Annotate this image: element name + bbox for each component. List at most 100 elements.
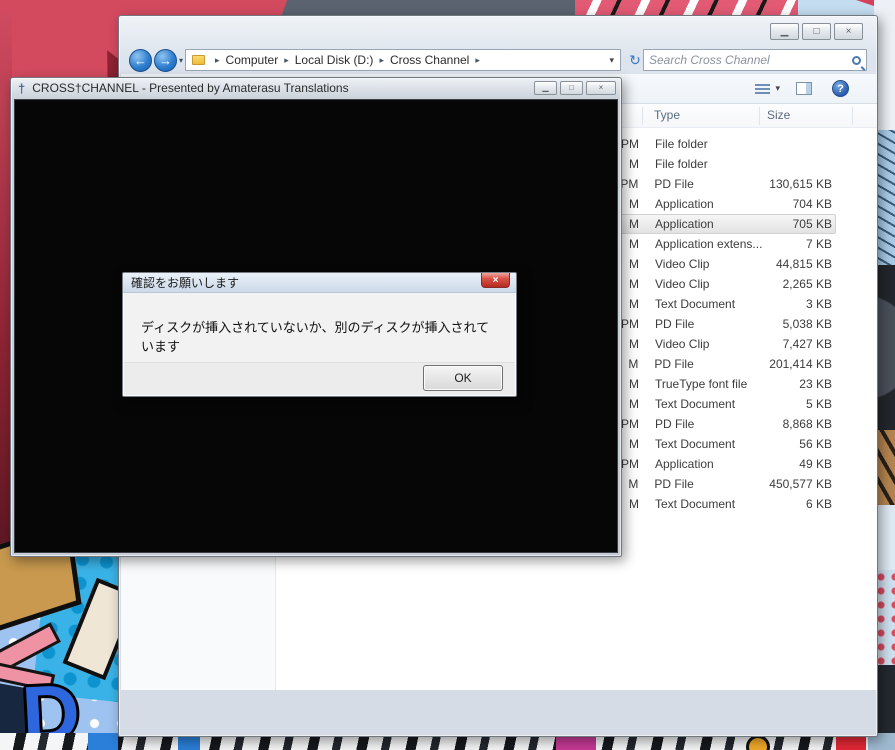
file-type-cell: Text Document <box>655 497 773 511</box>
confirmation-dialog: 確認をお願いします × ディスクが挿入されていないか、別のディスクが挿入されてい… <box>122 272 517 397</box>
column-divider[interactable] <box>759 107 760 125</box>
preview-pane-button[interactable] <box>796 82 812 95</box>
file-size-cell: 6 KB <box>773 497 835 511</box>
file-type-cell: Application extens... <box>655 237 773 251</box>
file-size-cell: 8,868 KB <box>773 417 835 431</box>
file-size-cell: 705 KB <box>773 217 835 231</box>
close-icon: × <box>599 84 604 92</box>
chevron-down-icon: ▾ <box>775 83 780 94</box>
maximize-button[interactable]: □ <box>802 23 831 40</box>
file-row[interactable]: MVideo Clip2,265 KB <box>616 274 836 294</box>
list-view-icon <box>755 84 770 94</box>
file-row[interactable]: MText Document6 KB <box>616 494 836 514</box>
search-icon <box>852 56 861 65</box>
file-type-cell: Text Document <box>655 437 773 451</box>
help-button[interactable]: ? <box>832 80 849 97</box>
crumb-separator-icon: ▸ <box>215 55 220 66</box>
ok-button[interactable]: OK <box>423 365 503 391</box>
breadcrumb-local-disk[interactable]: Local Disk (D:) <box>295 53 374 67</box>
file-type-cell: Video Clip <box>655 337 773 351</box>
file-type-cell: Video Clip <box>655 257 773 271</box>
file-size-cell: 130,615 KB <box>769 177 835 191</box>
file-list: PMFile folderMFile folderPMPD File130,61… <box>616 134 836 514</box>
minimize-button[interactable]: ▁ <box>770 23 799 40</box>
file-type-cell: PD File <box>654 477 769 491</box>
file-row[interactable]: PMPD File8,868 KB <box>616 414 836 434</box>
file-row[interactable]: MPD File450,577 KB <box>616 474 836 494</box>
forward-button[interactable]: → <box>154 49 177 72</box>
file-row[interactable]: MPD File201,414 KB <box>616 354 836 374</box>
back-button[interactable]: ← <box>129 49 152 72</box>
file-row[interactable]: PMPD File130,615 KB <box>616 174 836 194</box>
file-row[interactable]: MTrueType font file23 KB <box>616 374 836 394</box>
change-view-button[interactable]: ▾ <box>755 83 780 94</box>
game-title-bar[interactable]: † CROSS†CHANNEL - Presented by Amaterasu… <box>11 78 621 98</box>
file-size-cell: 201,414 KB <box>769 357 835 371</box>
forward-icon: → <box>159 53 172 68</box>
file-size-cell: 56 KB <box>773 437 835 451</box>
file-size-cell: 450,577 KB <box>769 477 835 491</box>
folder-icon <box>192 55 205 65</box>
breadcrumb-cross-channel[interactable]: Cross Channel <box>390 53 469 67</box>
column-header-type[interactable]: Type <box>654 108 680 122</box>
file-size-cell: 7 KB <box>773 237 835 251</box>
dialog-title-bar[interactable]: 確認をお願いします <box>123 273 516 293</box>
wallpaper-color-block <box>88 733 118 750</box>
maximize-button[interactable]: □ <box>560 81 583 95</box>
address-dropdown-icon[interactable]: ▾ <box>609 55 614 66</box>
file-type-cell: TrueType font file <box>655 377 773 391</box>
cross-icon: † <box>18 81 25 96</box>
file-size-cell: 5,038 KB <box>773 317 835 331</box>
file-row[interactable]: MText Document56 KB <box>616 434 836 454</box>
file-size-cell: 44,815 KB <box>773 257 835 271</box>
close-button[interactable]: × <box>586 81 616 95</box>
file-type-cell: Text Document <box>655 397 773 411</box>
file-row[interactable]: MFile folder <box>616 154 836 174</box>
file-row[interactable]: MVideo Clip7,427 KB <box>616 334 836 354</box>
game-window-title: CROSS†CHANNEL - Presented by Amaterasu T… <box>32 81 348 95</box>
column-divider[interactable] <box>852 107 853 125</box>
column-divider[interactable] <box>642 107 643 125</box>
crumb-separator-icon: ▸ <box>379 55 384 66</box>
file-type-cell: Text Document <box>655 297 773 311</box>
file-size-cell: 3 KB <box>773 297 835 311</box>
file-row[interactable]: MApplication704 KB <box>616 194 836 214</box>
close-button[interactable]: × <box>834 23 863 40</box>
file-row[interactable]: PMPD File5,038 KB <box>616 314 836 334</box>
file-type-cell: File folder <box>655 137 773 151</box>
file-size-cell: 5 KB <box>773 397 835 411</box>
minimize-icon: ▁ <box>542 84 548 92</box>
search-box <box>643 49 867 71</box>
file-type-cell: Application <box>655 197 773 211</box>
file-row[interactable]: MApplication705 KB <box>616 214 836 234</box>
file-size-cell: 49 KB <box>773 457 835 471</box>
explorer-window-controls: ▁ □ × <box>767 23 863 40</box>
crumb-separator-icon: ▸ <box>284 55 289 66</box>
file-row[interactable]: PMApplication49 KB <box>616 454 836 474</box>
file-row[interactable]: MText Document5 KB <box>616 394 836 414</box>
file-type-cell: Application <box>655 457 773 471</box>
file-row[interactable]: MApplication extens...7 KB <box>616 234 836 254</box>
minimize-button[interactable]: ▁ <box>534 81 557 95</box>
file-type-cell: PD File <box>654 357 769 371</box>
file-type-cell: Video Clip <box>655 277 773 291</box>
recent-pages-dropdown[interactable]: ▾ <box>179 56 183 65</box>
search-input[interactable] <box>649 53 848 67</box>
dialog-close-button[interactable]: × <box>481 273 510 288</box>
address-bar[interactable]: ▸ Computer ▸ Local Disk (D:) ▸ Cross Cha… <box>185 49 621 71</box>
navigation-bar: ← → ▾ ▸ Computer ▸ Local Disk (D:) ▸ Cro… <box>119 46 877 74</box>
refresh-button[interactable]: ↻ <box>625 50 645 70</box>
file-size-cell: 704 KB <box>773 197 835 211</box>
file-row[interactable]: MText Document3 KB <box>616 294 836 314</box>
back-icon: ← <box>134 53 147 68</box>
column-header-size[interactable]: Size <box>767 108 790 122</box>
file-type-cell: PD File <box>655 417 773 431</box>
file-row[interactable]: MVideo Clip44,815 KB <box>616 254 836 274</box>
dialog-message: ディスクが挿入されていないか、別のディスクが挿入されています <box>141 317 501 355</box>
file-row[interactable]: PMFile folder <box>616 134 836 154</box>
breadcrumb-computer[interactable]: Computer <box>226 53 279 67</box>
refresh-icon: ↻ <box>629 52 641 69</box>
file-size-cell: 7,427 KB <box>773 337 835 351</box>
file-size-cell: 23 KB <box>773 377 835 391</box>
ok-button-label: OK <box>454 371 471 385</box>
